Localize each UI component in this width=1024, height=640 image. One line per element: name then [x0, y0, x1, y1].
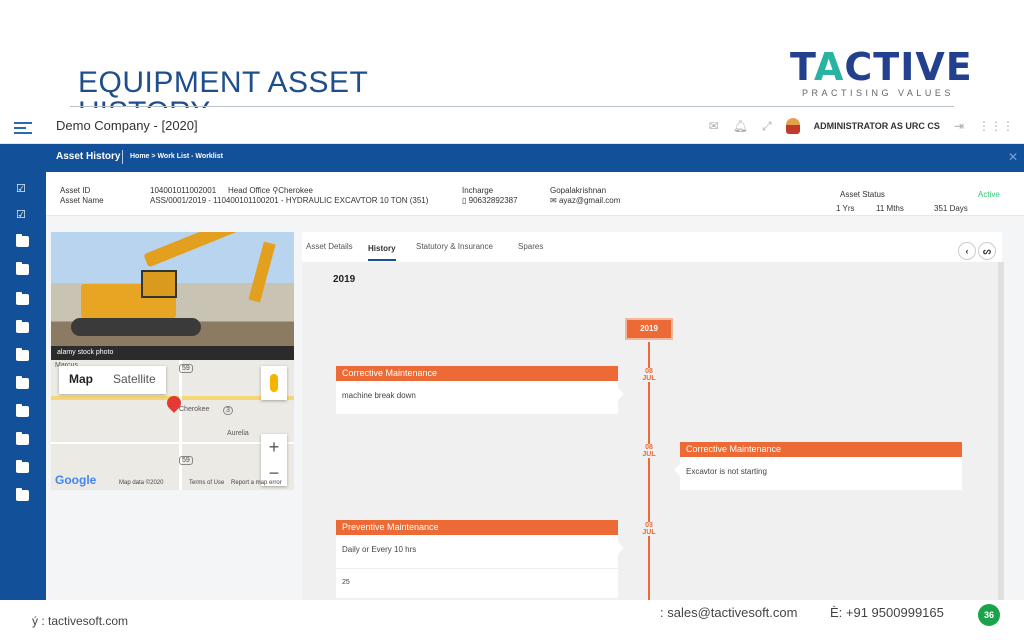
page-number: 36 [978, 604, 1000, 626]
tab-spares[interactable]: Spares [518, 242, 543, 251]
folder-icon[interactable] [16, 488, 29, 501]
phone-icon: ▯ [462, 196, 467, 205]
reports-icon[interactable]: ☑ [16, 208, 29, 221]
route-shield: 59 [179, 364, 193, 373]
history-timeline: 2019 2019 08 JUL Corrective Maintenance m… [302, 262, 1004, 600]
breadcrumb: Home > Work List - Worklist [130, 153, 223, 160]
bell-icon[interactable]: 🔔︎ [733, 119, 748, 133]
timeline-card-type: Corrective Maintenance [680, 442, 962, 457]
app-window: Demo Company - [2020] ✉ 🔔︎ ⤢ ADMINISTRAT… [0, 110, 1024, 600]
mail-icon[interactable]: ✉ [709, 119, 719, 133]
asset-tabs: Asset Details History Statutory & Insura… [302, 232, 1002, 262]
folder-icon[interactable] [16, 460, 29, 473]
page-header: Asset History Home > Work List - Worklis… [46, 144, 1024, 172]
asset-status-label: Asset Status [840, 190, 885, 199]
photo-watermark: alamy stock photo [51, 346, 294, 360]
timeline-card-extra: 25 [336, 568, 618, 598]
folder-icon[interactable] [16, 320, 29, 333]
asset-name-label: Asset Name [60, 196, 104, 205]
incharge-email: ✉ ayaz@gmail.com [550, 196, 621, 205]
age-days: 351 Days [934, 204, 968, 213]
tab-history[interactable]: History [368, 244, 396, 261]
map-report-link[interactable]: Report a map error [231, 480, 282, 486]
timeline-card-text: Excavtor is not starting [686, 467, 767, 476]
map-zoom-control: + − [261, 434, 287, 486]
timeline-card[interactable]: Preventive Maintenance Daily or Every 10… [336, 520, 624, 598]
timeline-card-text: machine break down [342, 391, 416, 400]
footer-email: : sales@tactivesoft.com [660, 605, 798, 620]
hamburger-menu-icon[interactable] [14, 122, 32, 137]
location-map[interactable]: Marcus Cherokee Aurelia 59 3 59 Map Sate… [51, 360, 294, 490]
timeline-year-badge: 2019 [627, 320, 671, 338]
folder-icon[interactable] [16, 404, 29, 417]
tactive-logo: TACTIVE PRACTISING VALUES [790, 45, 973, 98]
age-years: 1 Yrs [836, 204, 855, 213]
incharge-name: Gopalakrishnan [550, 186, 607, 195]
asset-location: Head Office ⚲Cherokee [228, 186, 313, 195]
asset-photo: alamy stock photo [51, 232, 294, 360]
footer-website: ý : tactivesoft.com [32, 614, 129, 628]
google-logo: Google [55, 473, 97, 487]
asset-info-bar: Asset ID Asset Name 104001011002001 Head… [46, 172, 1024, 216]
route-shield: 59 [179, 456, 193, 465]
folder-icon[interactable] [16, 348, 29, 361]
folder-icon[interactable] [16, 262, 29, 275]
user-name[interactable]: ADMINISTRATOR AS URC CS [814, 121, 940, 131]
asset-id-value: 104001011002001 [150, 186, 217, 195]
timeline-scrollbar[interactable] [998, 262, 1004, 600]
tab-statutory-insurance[interactable]: Statutory & Insurance [416, 242, 493, 251]
slide-divider [70, 106, 954, 107]
apps-grid-icon[interactable]: ⋮⋮⋮ [978, 119, 1014, 133]
status-badge: Active [978, 190, 1000, 199]
folder-icon[interactable] [16, 234, 29, 247]
breadcrumb-worklist[interactable]: Work List - Worklist [157, 153, 222, 160]
incharge-phone: ▯ 90632892387 [462, 196, 518, 205]
share-button[interactable]: ᔕ [978, 242, 996, 260]
logo-tagline: PRACTISING VALUES [802, 88, 954, 98]
map-terms-link[interactable]: Terms of Use [189, 480, 224, 486]
footer-phone: È: +91 9500999165 [830, 605, 944, 620]
avatar[interactable] [785, 118, 800, 134]
asset-name-value: ASS/0001/2019 - 110400101100201 - HYDRAU… [150, 196, 429, 205]
map-view-button[interactable]: Map [59, 366, 103, 394]
timeline-year-heading: 2019 [333, 274, 356, 285]
timeline-date: 08 JUL [636, 444, 662, 458]
map-place-label: Cherokee [179, 406, 210, 413]
asset-id-label: Asset ID [60, 186, 91, 195]
age-months: 11 Mths [876, 204, 904, 213]
folder-icon[interactable] [16, 432, 29, 445]
map-data-credit: Map data ©2020 [119, 480, 164, 486]
company-name: Demo Company - [2020] [56, 118, 198, 133]
tab-asset-details[interactable]: Asset Details [306, 242, 353, 251]
logout-icon[interactable]: ⇥ [954, 119, 964, 133]
mail-icon: ✉ [550, 196, 557, 205]
timeline-card-type: Preventive Maintenance [336, 520, 618, 535]
timeline-card[interactable]: Corrective Maintenance machine break dow… [336, 366, 624, 414]
dashboard-icon[interactable]: ☑ [16, 182, 29, 195]
incharge-label: Incharge [462, 186, 494, 195]
expand-icon[interactable]: ⤢ [762, 119, 772, 134]
map-place-label: Aurelia [227, 430, 249, 437]
timeline-card-type: Corrective Maintenance [336, 366, 618, 381]
back-button[interactable]: ‹ [958, 242, 976, 260]
close-icon[interactable]: ✕ [1008, 150, 1018, 164]
route-shield: 3 [223, 406, 233, 415]
sidebar: ☑ ☑ [0, 144, 46, 600]
map-type-toggle: Map Satellite [59, 366, 166, 394]
satellite-view-button[interactable]: Satellite [103, 366, 166, 394]
page-title: Asset History [56, 151, 121, 162]
top-bar: Demo Company - [2020] ✉ 🔔︎ ⤢ ADMINISTRAT… [0, 110, 1024, 144]
street-view-pegman-icon[interactable] [261, 366, 287, 400]
timeline-card-text: Daily or Every 10 hrs [342, 545, 417, 554]
slide-title: EQUIPMENT ASSET [78, 66, 369, 99]
folder-icon[interactable] [16, 376, 29, 389]
folder-icon[interactable] [16, 292, 29, 305]
timeline-date: 03 JUL [636, 522, 662, 536]
timeline-card[interactable]: Corrective Maintenance Excavtor is not s… [674, 442, 962, 490]
main-content: alamy stock photo Marcus Cherokee Aureli… [46, 216, 1024, 600]
timeline-date: 08 JUL [636, 368, 662, 382]
breadcrumb-home[interactable]: Home [130, 153, 149, 160]
zoom-in-button[interactable]: + [261, 434, 287, 460]
